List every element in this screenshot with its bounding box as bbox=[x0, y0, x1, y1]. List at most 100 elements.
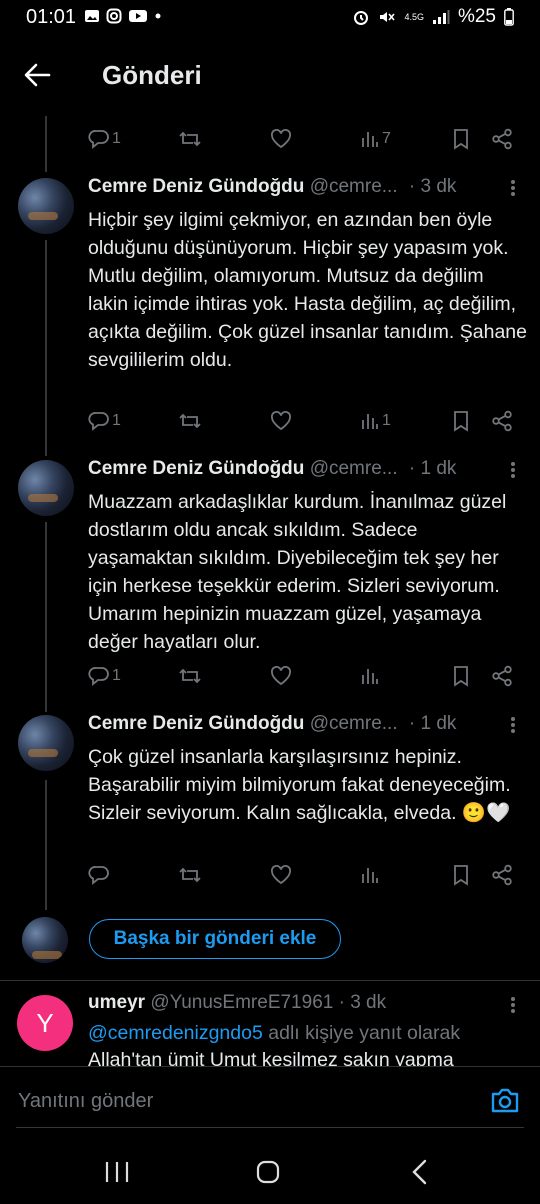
avatar[interactable] bbox=[18, 715, 74, 771]
reply-button[interactable]: 1 bbox=[88, 124, 121, 154]
repost-button[interactable] bbox=[178, 661, 202, 691]
tweet-actions: 1 1 bbox=[88, 406, 518, 436]
tweet[interactable]: Cemre Deniz Gündoğdu @cemre... · 1 dk Mu… bbox=[0, 458, 540, 678]
chevron-left-icon bbox=[412, 1159, 427, 1185]
tweet-actions: 1 bbox=[88, 661, 518, 691]
tweet[interactable]: Cemre Deniz Gündoğdu @cemre... · 1 dk Ço… bbox=[0, 713, 540, 873]
tweet-time: · 3 dk bbox=[338, 992, 387, 1013]
share-icon bbox=[492, 410, 512, 432]
avatar[interactable]: Y bbox=[17, 995, 73, 1051]
like-button[interactable] bbox=[270, 406, 292, 436]
bookmark-icon bbox=[454, 865, 468, 886]
page-title: Gönderi bbox=[102, 60, 202, 90]
status-time: 01:01 bbox=[26, 6, 77, 28]
repost-button[interactable] bbox=[178, 124, 202, 154]
reply-button[interactable]: 1 bbox=[88, 406, 121, 436]
author-name[interactable]: Cemre Deniz Gündoğdu bbox=[88, 713, 304, 734]
signal-icon bbox=[432, 10, 450, 24]
instagram-icon bbox=[106, 8, 122, 24]
avatar[interactable] bbox=[18, 460, 74, 516]
status-bar: 01:01 4.5G %25 bbox=[0, 0, 540, 36]
reply-icon bbox=[88, 412, 109, 431]
author-name[interactable]: Cemre Deniz Gündoğdu bbox=[88, 176, 304, 197]
dot-icon bbox=[155, 13, 161, 19]
recents-icon bbox=[105, 1162, 129, 1182]
home-icon bbox=[256, 1160, 280, 1184]
tweet-text: Çok güzel insanlarla karşılaşırsınız hep… bbox=[88, 746, 511, 824]
back-button[interactable] bbox=[22, 60, 56, 90]
reply-icon bbox=[88, 130, 109, 149]
bookmark-icon bbox=[454, 129, 468, 150]
battery-percent: %25 bbox=[457, 6, 496, 27]
bookmark-button[interactable] bbox=[452, 661, 470, 691]
reply-tweet[interactable]: umeyr @YunusEmreE71961 · 3 dk @cemredeni… bbox=[88, 992, 528, 1066]
share-icon bbox=[492, 665, 512, 687]
reply-icon bbox=[88, 667, 109, 686]
share-button[interactable] bbox=[491, 124, 513, 154]
app-bar: Gönderi bbox=[0, 36, 540, 116]
repost-icon bbox=[179, 668, 201, 684]
bookmark-button[interactable] bbox=[452, 860, 470, 890]
reply-input[interactable]: Yanıtını gönder bbox=[18, 1090, 153, 1113]
avatar bbox=[22, 917, 68, 963]
more-vertical-icon bbox=[511, 997, 515, 1013]
author-handle[interactable]: @cemre... bbox=[310, 176, 398, 197]
author-handle[interactable]: @cemre... bbox=[310, 458, 398, 479]
mute-icon bbox=[380, 12, 396, 22]
author-name[interactable]: umeyr bbox=[88, 992, 145, 1013]
share-button[interactable] bbox=[491, 406, 513, 436]
repost-button[interactable] bbox=[178, 406, 202, 436]
reply-button[interactable] bbox=[88, 860, 112, 890]
share-icon bbox=[492, 128, 512, 150]
share-button[interactable] bbox=[491, 860, 513, 890]
thread-line bbox=[45, 116, 47, 172]
views-button[interactable] bbox=[360, 860, 382, 890]
reply-mention[interactable]: @cemredenizgndo5 bbox=[88, 1022, 263, 1044]
repost-icon bbox=[179, 131, 201, 147]
back-arrow-icon bbox=[24, 63, 51, 87]
views-icon bbox=[362, 414, 378, 429]
bookmark-button[interactable] bbox=[452, 124, 470, 154]
more-button[interactable] bbox=[510, 178, 516, 198]
views-button[interactable] bbox=[360, 661, 382, 691]
bookmark-button[interactable] bbox=[452, 406, 470, 436]
author-handle[interactable]: @YunusEmreE71961 bbox=[150, 992, 333, 1013]
more-button[interactable] bbox=[510, 715, 516, 735]
more-button[interactable] bbox=[510, 460, 516, 480]
network-type: 4.5G bbox=[404, 11, 424, 22]
views-button[interactable]: 1 bbox=[360, 406, 391, 436]
repost-icon bbox=[179, 867, 201, 883]
camera-icon bbox=[491, 1088, 519, 1113]
repost-icon bbox=[179, 413, 201, 429]
like-button[interactable] bbox=[270, 860, 292, 890]
tweet-text: Muazzam arkadaşlıklar kurdum. İnanılmaz … bbox=[88, 491, 507, 653]
youtube-icon bbox=[129, 10, 147, 22]
gallery-icon bbox=[85, 10, 99, 22]
tweet-text: Hiçbir şey ilgimi çekmiyor, en azından b… bbox=[88, 209, 527, 371]
bookmark-icon bbox=[454, 666, 468, 687]
author-name[interactable]: Cemre Deniz Gündoğdu bbox=[88, 458, 304, 479]
views-icon bbox=[362, 132, 378, 147]
home-button[interactable] bbox=[256, 1160, 280, 1189]
tweet-time: · 3 dk bbox=[408, 176, 457, 197]
more-vertical-icon bbox=[511, 462, 515, 478]
like-button[interactable] bbox=[270, 661, 292, 691]
avatar[interactable] bbox=[18, 178, 74, 234]
more-button[interactable] bbox=[510, 995, 516, 1015]
bookmark-icon bbox=[454, 411, 468, 432]
camera-button[interactable] bbox=[490, 1086, 520, 1119]
heart-icon bbox=[271, 129, 291, 149]
add-another-post-button[interactable]: Başka bir gönderi ekle bbox=[89, 919, 341, 959]
reply-icon bbox=[88, 866, 109, 885]
recents-button[interactable] bbox=[104, 1160, 130, 1189]
heart-icon bbox=[271, 666, 291, 686]
reply-button[interactable]: 1 bbox=[88, 661, 121, 691]
views-button[interactable]: 7 bbox=[360, 124, 391, 154]
alarm-icon bbox=[354, 11, 369, 25]
more-vertical-icon bbox=[511, 180, 515, 196]
back-nav-button[interactable] bbox=[410, 1158, 430, 1191]
author-handle[interactable]: @cemre... bbox=[310, 713, 398, 734]
like-button[interactable] bbox=[270, 124, 292, 154]
repost-button[interactable] bbox=[178, 860, 202, 890]
share-button[interactable] bbox=[491, 661, 513, 691]
